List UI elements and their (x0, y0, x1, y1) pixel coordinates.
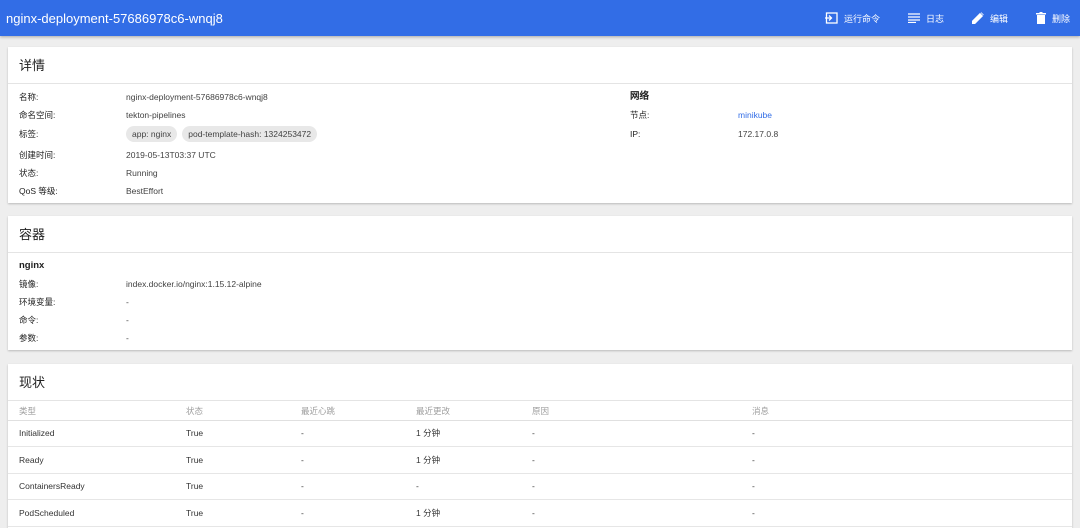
logs-label: 日志 (925, 13, 944, 24)
image-label: 镜像: (19, 279, 39, 289)
args-value: - (126, 333, 129, 343)
column-header[interactable]: 最近更改 (416, 402, 532, 421)
table-cell: True (186, 420, 301, 447)
table-cell: - (752, 420, 1072, 447)
node-link[interactable]: minikube (738, 109, 772, 121)
labels-list: app: nginx pod-template-hash: 1324253472 (126, 126, 322, 142)
table-row: ContainersReady True - - - - (8, 473, 1072, 500)
table-row: PodScheduled True - 1 分钟 - - (8, 499, 1072, 527)
delete-label: 删除 (1051, 13, 1070, 24)
status-label: 状态: (19, 168, 39, 178)
table-cell: - (301, 420, 416, 447)
table-row: Initialized True - 1 分钟 - - (8, 420, 1072, 447)
cmd-value: - (126, 315, 129, 325)
name-label: 名称: (19, 92, 39, 102)
table-cell: - (532, 446, 752, 474)
created-value: 2019-05-13T03:37 UTC (126, 150, 216, 160)
cmd-label: 命令: (19, 315, 39, 325)
table-cell: True (186, 473, 301, 500)
delete-button[interactable]: 删除 (1035, 12, 1070, 25)
details-card: 详情 名称: nginx-deployment-57686978c6-wnqj8… (8, 47, 1072, 203)
table-header-row: 类型 状态 最近心跳 最近更改 原因 消息 (8, 402, 1072, 421)
table-cell: - (416, 473, 532, 500)
container-name: nginx (19, 260, 45, 271)
exec-button[interactable]: 运行命令 (824, 12, 880, 25)
table-cell: - (532, 420, 752, 447)
table-cell: 1 分钟 (416, 446, 532, 474)
conditions-table: 类型 状态 最近心跳 最近更改 原因 消息 Initialized True -… (8, 402, 1072, 527)
details-title: 详情 (8, 47, 1072, 84)
label-chip: pod-template-hash: 1324253472 (182, 126, 318, 142)
labels-label: 标签: (19, 129, 39, 139)
edit-label: 编辑 (989, 13, 1008, 24)
conditions-card: 现状 类型 状态 最近心跳 最近更改 原因 消息 Initialized Tru… (8, 364, 1072, 528)
column-header[interactable]: 原因 (532, 402, 752, 421)
column-header[interactable]: 最近心跳 (301, 402, 416, 421)
image-value: index.docker.io/nginx:1.15.12-alpine (126, 279, 262, 289)
conditions-title: 现状 (8, 364, 1072, 401)
logs-button[interactable]: 日志 (907, 12, 944, 25)
label-chip: app: nginx (126, 126, 178, 142)
containers-card: 容器 nginx 镜像: index.docker.io/nginx:1.15.… (8, 216, 1072, 350)
exec-icon (824, 12, 838, 24)
args-label: 参数: (19, 333, 39, 343)
table-cell: - (301, 473, 416, 500)
exec-label: 运行命令 (843, 13, 880, 24)
column-header[interactable]: 状态 (186, 402, 301, 421)
qos-value: BestEffort (126, 186, 164, 196)
env-value: - (126, 297, 129, 307)
table-row: Ready True - 1 分钟 - - (8, 446, 1072, 474)
table-cell: PodScheduled (8, 499, 186, 527)
network-title: 网络 (630, 91, 650, 102)
edit-icon (971, 12, 984, 24)
table-cell: 1 分钟 (416, 420, 532, 447)
table-cell: - (301, 446, 416, 474)
namespace-label: 命名空间: (19, 110, 56, 120)
node-label: 节点: (630, 110, 650, 120)
page-title: nginx-deployment-57686978c6-wnqj8 (6, 10, 223, 26)
table-cell: - (752, 446, 1072, 474)
created-label: 创建时间: (19, 150, 56, 160)
ip-label: IP: (630, 129, 641, 139)
table-cell: Initialized (8, 420, 186, 447)
env-label: 环境变量: (19, 297, 56, 307)
table-cell: ContainersReady (8, 473, 186, 500)
table-cell: True (186, 446, 301, 474)
top-bar: nginx-deployment-57686978c6-wnqj8 运行命令 日… (0, 0, 1080, 36)
table-cell: - (752, 499, 1072, 527)
column-header[interactable]: 类型 (8, 402, 186, 421)
table-cell: - (532, 499, 752, 527)
table-cell: - (532, 473, 752, 500)
ip-value: 172.17.0.8 (738, 129, 779, 139)
namespace-value: tekton-pipelines (126, 110, 186, 120)
logs-icon (907, 13, 920, 23)
status-value: Running (126, 168, 158, 178)
table-cell: - (301, 499, 416, 527)
toolbar-actions: 运行命令 日志 编辑 删除 (797, 0, 1070, 36)
containers-title: 容器 (8, 216, 1072, 253)
table-cell: True (186, 499, 301, 527)
delete-icon (1035, 12, 1046, 24)
table-cell: 1 分钟 (416, 499, 532, 527)
name-value: nginx-deployment-57686978c6-wnqj8 (126, 92, 268, 102)
table-cell: - (752, 473, 1072, 500)
qos-label: QoS 等级: (19, 186, 58, 196)
edit-button[interactable]: 编辑 (971, 12, 1008, 25)
table-cell: Ready (8, 446, 186, 474)
column-header[interactable]: 消息 (752, 402, 1072, 421)
